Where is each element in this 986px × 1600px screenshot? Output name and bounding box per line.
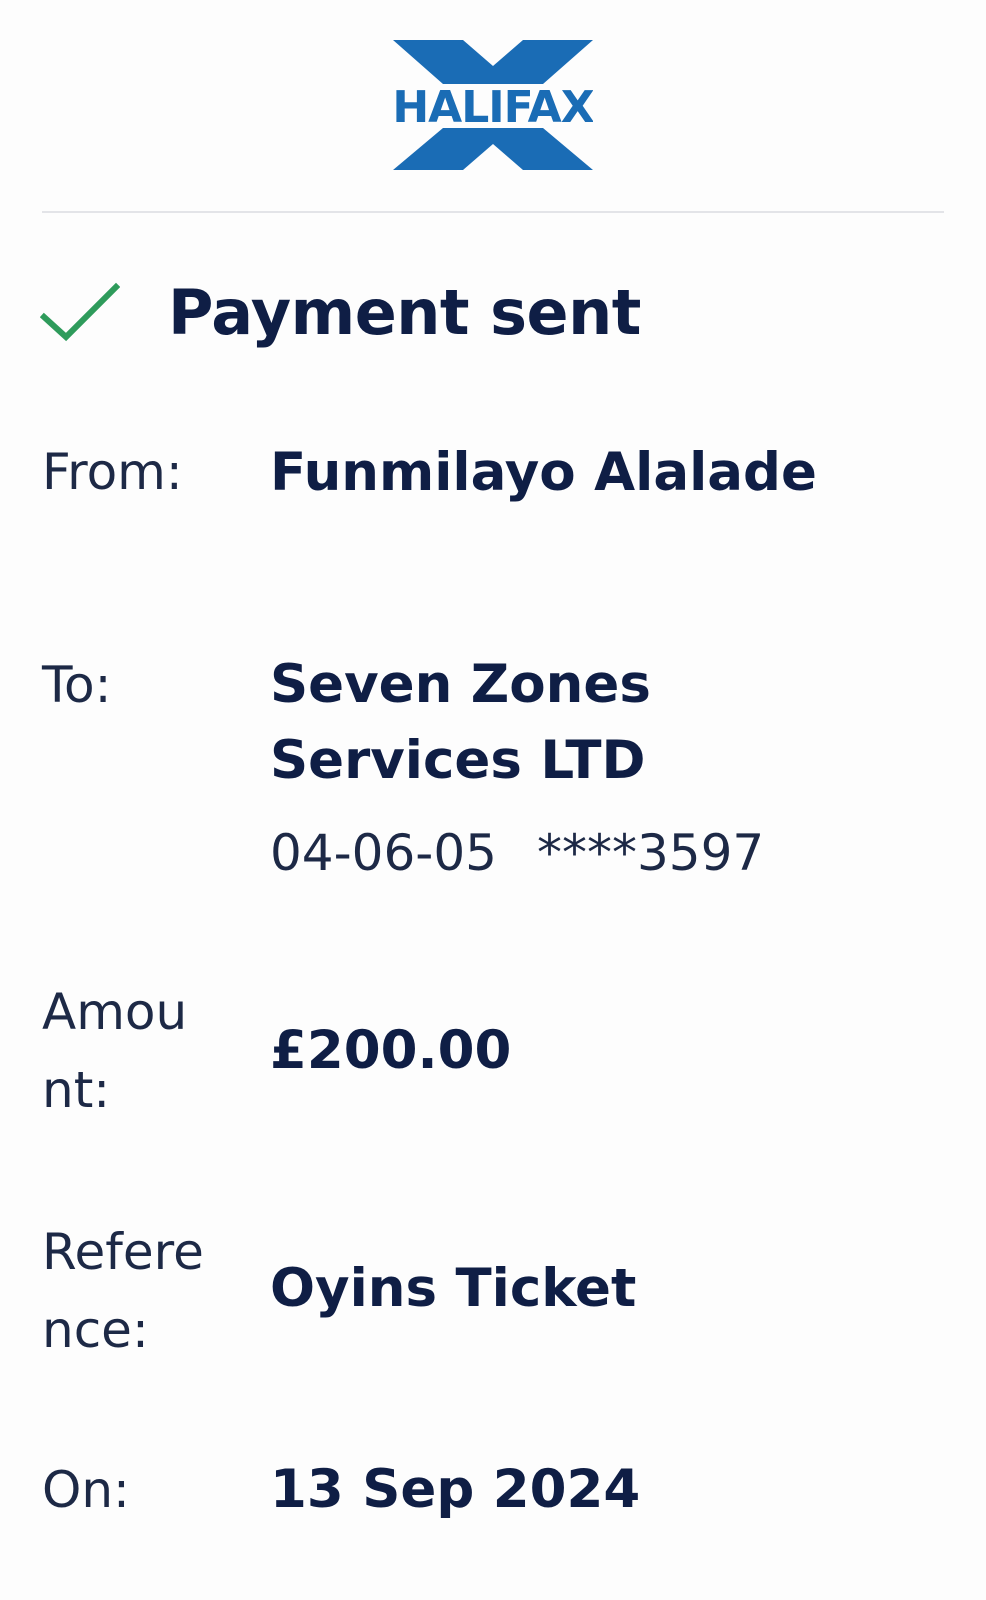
halifax-logo-text: HALIFAX (393, 82, 593, 133)
halifax-logo: HALIFAX (392, 40, 596, 170)
from-label: From: (42, 443, 183, 501)
sort-code: 04-06-05 (270, 824, 497, 882)
reference-value: Oyins Ticket (270, 1258, 637, 1319)
from-value: Funmilayo Alalade (270, 442, 817, 503)
header-divider (42, 211, 944, 213)
date-value: 13 Sep 2024 (270, 1459, 641, 1520)
amount-label-line1: Amou (42, 983, 188, 1041)
amount-label-line2: nt: (42, 1061, 111, 1119)
to-name-line1: Seven Zones (270, 654, 651, 715)
halifax-logo-mark: HALIFAX (392, 40, 596, 170)
to-label: To: (42, 656, 112, 714)
reference-label-line2: nce: (42, 1301, 149, 1359)
account-number: ****3597 (536, 824, 765, 882)
to-name-line2: Services LTD (270, 730, 646, 791)
amount-value: £200.00 (270, 1020, 512, 1081)
reference-label-line1: Refere (42, 1223, 204, 1281)
payment-status: Payment sent (40, 262, 641, 362)
to-account-details: 04-06-05 ****3597 (270, 818, 764, 888)
check-icon (40, 282, 120, 342)
page-title: Payment sent (168, 275, 641, 349)
date-label: On: (42, 1461, 130, 1519)
